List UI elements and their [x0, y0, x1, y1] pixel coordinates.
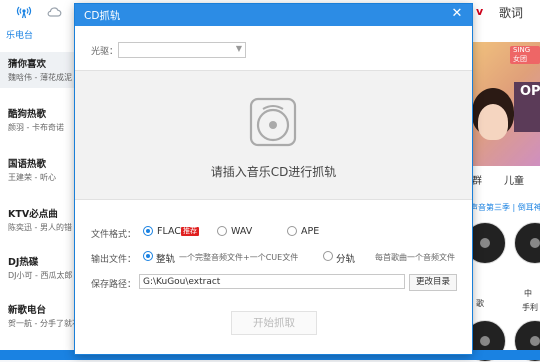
radio-item-guess-you-like[interactable]: 猜你喜欢 魏晗伟 - 薄花成泥 — [0, 52, 76, 88]
radio-sidebar: 乐电台 猜你喜欢 魏晗伟 - 薄花成泥 酷狗热歌 颜羽 - 卡布奇诺 国语热歌 … — [0, 26, 77, 360]
format-row: 文件格式： FLAC 推荐 WAV APE — [91, 225, 461, 241]
tab-lyrics[interactable]: 歌词 — [499, 4, 523, 21]
vip-mark: v — [476, 5, 484, 18]
banner-portrait — [478, 104, 508, 140]
recommended-badge: 推荐 — [181, 227, 199, 236]
sidebar-section-label: 乐电台 — [6, 31, 34, 41]
output-label: 输出文件： — [91, 255, 137, 265]
album-label: 手利 — [522, 303, 538, 312]
change-directory-button[interactable]: 更改目录 — [409, 274, 457, 291]
format-flac-label[interactable]: FLAC — [157, 226, 181, 237]
radio-item-ktv[interactable]: KTV必点曲 陈奕迅 - 男人的错 — [8, 202, 76, 238]
banner-tag: SING女团 — [510, 46, 540, 64]
radio-item-title: DJ热碟 — [8, 257, 39, 268]
drive-select[interactable]: ▼ — [118, 42, 246, 58]
radio-item-title: KTV必点曲 — [8, 209, 58, 220]
drive-label: 光驱： — [91, 47, 119, 57]
output-row: 输出文件： 整轨 一个完整音频文件+一个CUE文件 分轨 每首歌曲一个音频文件 — [91, 250, 461, 266]
save-path-input[interactable]: G:\KuGou\extract — [139, 274, 405, 289]
radio-item-title: 猜你喜欢 — [8, 59, 47, 70]
radio-item-subtitle: 贺一航 - 分手了就不必问 — [8, 319, 76, 328]
insert-cd-message: 请插入音乐CD进行抓轨 — [210, 165, 337, 179]
radio-item-title: 国语热歌 — [8, 159, 47, 170]
tab-group[interactable]: 群 — [472, 172, 482, 187]
output-split-track-radio[interactable] — [323, 251, 333, 261]
radio-item-subtitle: 魏晗伟 - 薄花成泥 — [8, 73, 72, 82]
cd-content-area: 请插入音乐CD进行抓轨 — [75, 70, 472, 200]
radio-item-subtitle: 陈奕迅 - 男人的错 — [8, 223, 72, 232]
radio-item-subtitle: 颜羽 - 卡布奇诺 — [8, 123, 64, 132]
album-label: 中 — [524, 289, 532, 298]
start-rip-button[interactable]: 开始抓取 — [231, 311, 317, 335]
save-path-row: 保存路径： G:\KuGou\extract 更改目录 — [91, 274, 461, 291]
radio-item-kugou-hot[interactable]: 酷狗热歌 颜羽 - 卡布奇诺 — [8, 102, 76, 138]
chevron-down-icon: ▼ — [235, 44, 242, 53]
output-split-track-label[interactable]: 分轨 — [336, 251, 355, 265]
banner-text: OP — [520, 84, 540, 99]
dialog-title: CD抓轨 — [84, 10, 121, 22]
radio-item-title: 新歌电台 — [8, 305, 47, 316]
close-icon[interactable]: ✕ — [450, 7, 464, 21]
output-single-track-note: 一个完整音频文件+一个CUE文件 — [179, 253, 299, 262]
radio-item-title: 酷狗热歌 — [8, 109, 47, 120]
dialog-titlebar[interactable]: CD抓轨 ✕ — [75, 4, 472, 26]
output-single-track-label[interactable]: 整轨 — [156, 251, 175, 265]
right-content-panel: SING女团 OP 群 儿童 声音第三季 | 倒耳神器 歌 中 手利 — [464, 26, 540, 362]
format-wav-label[interactable]: WAV — [231, 226, 252, 237]
format-ape-label[interactable]: APE — [301, 226, 319, 237]
radio-item-subtitle: DJ小可 - 西瓜太郎 — [8, 271, 73, 280]
radio-item-new-songs[interactable]: 新歌电台 贺一航 - 分手了就不必问 — [8, 298, 76, 334]
format-flac-radio[interactable] — [143, 226, 153, 236]
output-single-track-radio[interactable] — [143, 251, 153, 261]
cd-rip-dialog: CD抓轨 ✕ 光驱： ▼ 请插入音乐CD进行抓轨 文件格式： FLAC 推荐 W… — [75, 4, 472, 354]
cd-drive-icon — [245, 95, 301, 151]
radio-item-dj[interactable]: DJ热碟 DJ小可 - 西瓜太郎 — [8, 250, 76, 286]
output-split-track-note: 每首歌曲一个音频文件 — [375, 253, 455, 262]
radio-item-mandarin-hot[interactable]: 国语热歌 王建荣 - 听心 — [8, 152, 76, 188]
tab-children[interactable]: 儿童 — [504, 172, 524, 187]
category-tabs: 群 儿童 — [470, 170, 540, 188]
album-label: 歌 — [476, 299, 484, 308]
cloud-icon[interactable] — [46, 4, 62, 20]
promo-banner[interactable]: SING女团 OP — [470, 42, 540, 166]
save-path-label: 保存路径： — [91, 280, 137, 290]
radio-item-subtitle: 王建荣 - 听心 — [8, 173, 56, 182]
album-disc[interactable] — [514, 222, 540, 264]
format-wav-radio[interactable] — [217, 226, 227, 236]
format-label: 文件格式： — [91, 230, 137, 240]
promo-link[interactable]: 声音第三季 | 倒耳神器 — [470, 202, 540, 213]
radio-broadcast-icon[interactable] — [16, 4, 32, 20]
format-ape-radio[interactable] — [287, 226, 297, 236]
